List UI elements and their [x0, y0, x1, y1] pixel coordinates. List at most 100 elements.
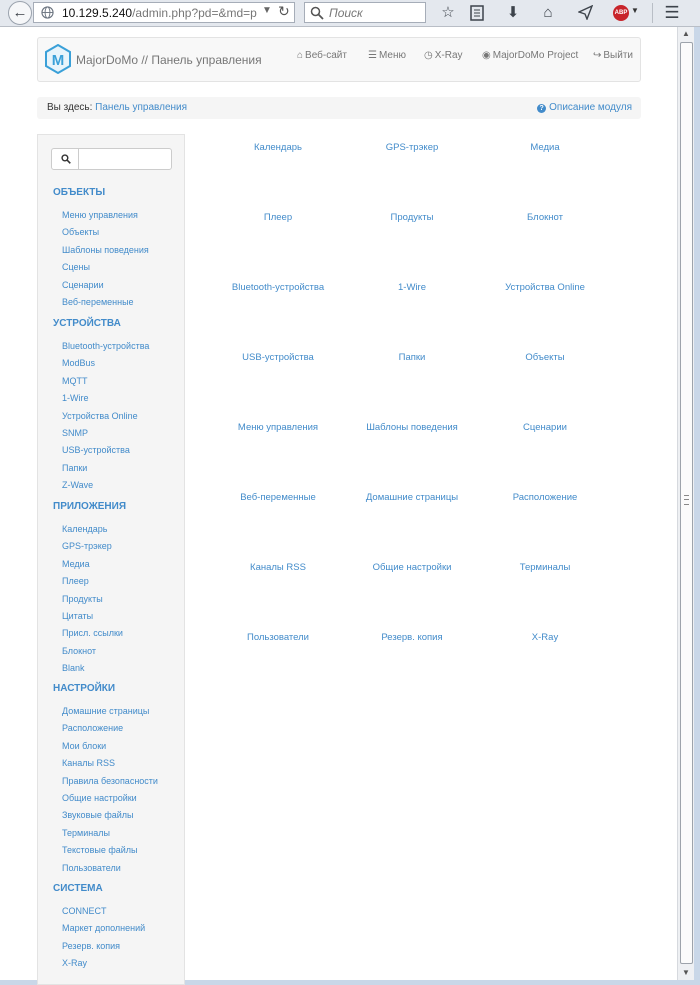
- sidebar-item[interactable]: GPS-трэкер: [62, 541, 112, 551]
- module-link[interactable]: Резерв. копия: [345, 632, 479, 643]
- module-link[interactable]: Продукты: [345, 212, 479, 223]
- sidebar-search-input[interactable]: [78, 148, 172, 170]
- sidebar-item[interactable]: Сцены: [62, 262, 90, 272]
- module-link[interactable]: Папки: [345, 352, 479, 363]
- send-icon[interactable]: [575, 3, 595, 23]
- sidebar-item[interactable]: Медиа: [62, 559, 90, 569]
- brand-title[interactable]: MajorDoMo // Панель управления: [76, 53, 262, 67]
- module-link[interactable]: Календарь: [211, 142, 345, 153]
- module-link[interactable]: Устройства Online: [478, 282, 612, 293]
- module-link[interactable]: Пользователи: [211, 632, 345, 643]
- sidebar-item[interactable]: 1-Wire: [62, 393, 89, 403]
- hamburger-menu-icon[interactable]: ☰: [662, 3, 682, 23]
- sidebar-item[interactable]: Расположение: [62, 723, 123, 733]
- breadcrumb-prefix: Вы здесь:: [47, 102, 93, 113]
- sidebar-item[interactable]: Каналы RSS: [62, 758, 115, 768]
- reload-icon[interactable]: ↻: [278, 3, 290, 20]
- sidebar-item[interactable]: Звуковые файлы: [62, 810, 133, 820]
- back-arrow-icon[interactable]: ←: [8, 1, 32, 25]
- sidebar-item[interactable]: CONNECT: [62, 906, 107, 916]
- sidebar-item[interactable]: Резерв. копия: [62, 941, 120, 951]
- sidebar-item[interactable]: Общие настройки: [62, 793, 137, 803]
- sidebar-item[interactable]: Календарь: [62, 524, 107, 534]
- breadcrumb: Вы здесь: Панель управления ? Описание мо…: [37, 97, 641, 119]
- nav-xray-link[interactable]: ◷ X-Ray: [424, 50, 463, 61]
- module-link[interactable]: 1-Wire: [345, 282, 479, 293]
- sidebar-item[interactable]: Плеер: [62, 576, 89, 586]
- module-link[interactable]: Объекты: [478, 352, 612, 363]
- sidebar-item[interactable]: Правила безопасности: [62, 776, 158, 786]
- search-icon: [61, 154, 71, 164]
- module-link[interactable]: Меню управления: [211, 422, 345, 433]
- majordomo-logo-icon[interactable]: M: [45, 44, 71, 74]
- logout-icon: ↪: [593, 50, 602, 61]
- module-link[interactable]: Блокнот: [478, 212, 612, 223]
- module-link[interactable]: Расположение: [478, 492, 612, 503]
- reading-list-icon[interactable]: [467, 3, 487, 23]
- module-link[interactable]: Домашние страницы: [345, 492, 479, 503]
- sidebar-item[interactable]: Bluetooth-устройства: [62, 341, 149, 351]
- module-link[interactable]: Шаблоны поведения: [345, 422, 479, 433]
- url-dropdown-icon[interactable]: ▼: [262, 5, 272, 16]
- adblock-dropdown-icon[interactable]: ▼: [631, 6, 639, 15]
- adblock-icon[interactable]: ABP: [613, 5, 629, 21]
- sidebar-item[interactable]: Текстовые файлы: [62, 845, 137, 855]
- module-link[interactable]: GPS-трэкер: [345, 142, 479, 153]
- search-icon: [310, 6, 324, 20]
- sidebar-item[interactable]: Z-Wave: [62, 480, 93, 490]
- module-link[interactable]: Плеер: [211, 212, 345, 223]
- breadcrumb-current-link[interactable]: Панель управления: [95, 102, 187, 113]
- sidebar-item[interactable]: SNMP: [62, 428, 88, 438]
- bookmark-star-icon[interactable]: ☆: [438, 3, 458, 23]
- sidebar-item[interactable]: Мои блоки: [62, 741, 106, 751]
- sidebar-item[interactable]: Сценарии: [62, 280, 104, 290]
- module-link[interactable]: Каналы RSS: [211, 562, 345, 573]
- scroll-down-arrow-icon[interactable]: ▼: [678, 966, 694, 980]
- sidebar-item[interactable]: Устройства Online: [62, 411, 138, 421]
- download-icon[interactable]: ⬇: [503, 3, 523, 23]
- nav-logout-link[interactable]: ↪ Выйти: [593, 50, 633, 61]
- sidebar-item[interactable]: ModBus: [62, 358, 95, 368]
- sidebar-item[interactable]: Цитаты: [62, 611, 93, 621]
- browser-search-box[interactable]: Поиск: [304, 2, 426, 23]
- sidebar-item[interactable]: Маркет дополнений: [62, 923, 145, 933]
- sidebar-item[interactable]: Меню управления: [62, 210, 138, 220]
- sidebar-item[interactable]: Продукты: [62, 594, 103, 604]
- sidebar-item[interactable]: USB-устройства: [62, 445, 130, 455]
- sidebar-search-button[interactable]: [51, 148, 79, 170]
- sidebar-item[interactable]: Домашние страницы: [62, 706, 149, 716]
- nav-project-link[interactable]: ◉ MajorDoMo Project: [482, 50, 578, 61]
- sidebar-item[interactable]: Blank: [62, 663, 85, 673]
- nav-project-label: MajorDoMo Project: [492, 50, 579, 61]
- home-icon[interactable]: ⌂: [538, 3, 558, 23]
- sidebar-item[interactable]: Папки: [62, 463, 87, 473]
- module-link[interactable]: Медиа: [478, 142, 612, 153]
- module-link[interactable]: Веб-переменные: [211, 492, 345, 503]
- module-link[interactable]: Терминалы: [478, 562, 612, 573]
- nav-website-link[interactable]: ⌂ Веб-сайт: [297, 50, 347, 61]
- sidebar-item[interactable]: Блокнот: [62, 646, 96, 656]
- nav-menu-label: Меню: [378, 50, 406, 61]
- sidebar-item[interactable]: Терминалы: [62, 828, 110, 838]
- globe-icon: ◉: [482, 50, 491, 61]
- vertical-scrollbar[interactable]: ▲ ▼: [677, 27, 694, 980]
- search-placeholder: Поиск: [329, 6, 363, 20]
- sidebar-item[interactable]: MQTT: [62, 376, 88, 386]
- sidebar-item[interactable]: X-Ray: [62, 958, 87, 968]
- sidebar-item[interactable]: Веб-переменные: [62, 297, 134, 307]
- module-link[interactable]: X-Ray: [478, 632, 612, 643]
- module-link[interactable]: USB-устройства: [211, 352, 345, 363]
- module-help-link[interactable]: ? Описание модуля: [537, 102, 632, 113]
- scroll-up-arrow-icon[interactable]: ▲: [678, 27, 694, 41]
- scrollbar-thumb[interactable]: [680, 42, 693, 964]
- nav-menu-link[interactable]: ☰ Меню: [368, 50, 406, 61]
- sidebar-item[interactable]: Пользователи: [62, 863, 121, 873]
- sidebar-item[interactable]: Объекты: [62, 227, 99, 237]
- module-link[interactable]: Общие настройки: [345, 562, 479, 573]
- sidebar-item[interactable]: Присл. ссылки: [62, 628, 123, 638]
- address-bar[interactable]: 10.129.5.240/admin.php?pd=&md=p ▼ ↻: [33, 2, 295, 23]
- module-link[interactable]: Сценарии: [478, 422, 612, 433]
- sidebar-item[interactable]: Шаблоны поведения: [62, 245, 149, 255]
- module-link[interactable]: Bluetooth-устройства: [211, 282, 345, 293]
- list-icon: ☰: [368, 50, 377, 61]
